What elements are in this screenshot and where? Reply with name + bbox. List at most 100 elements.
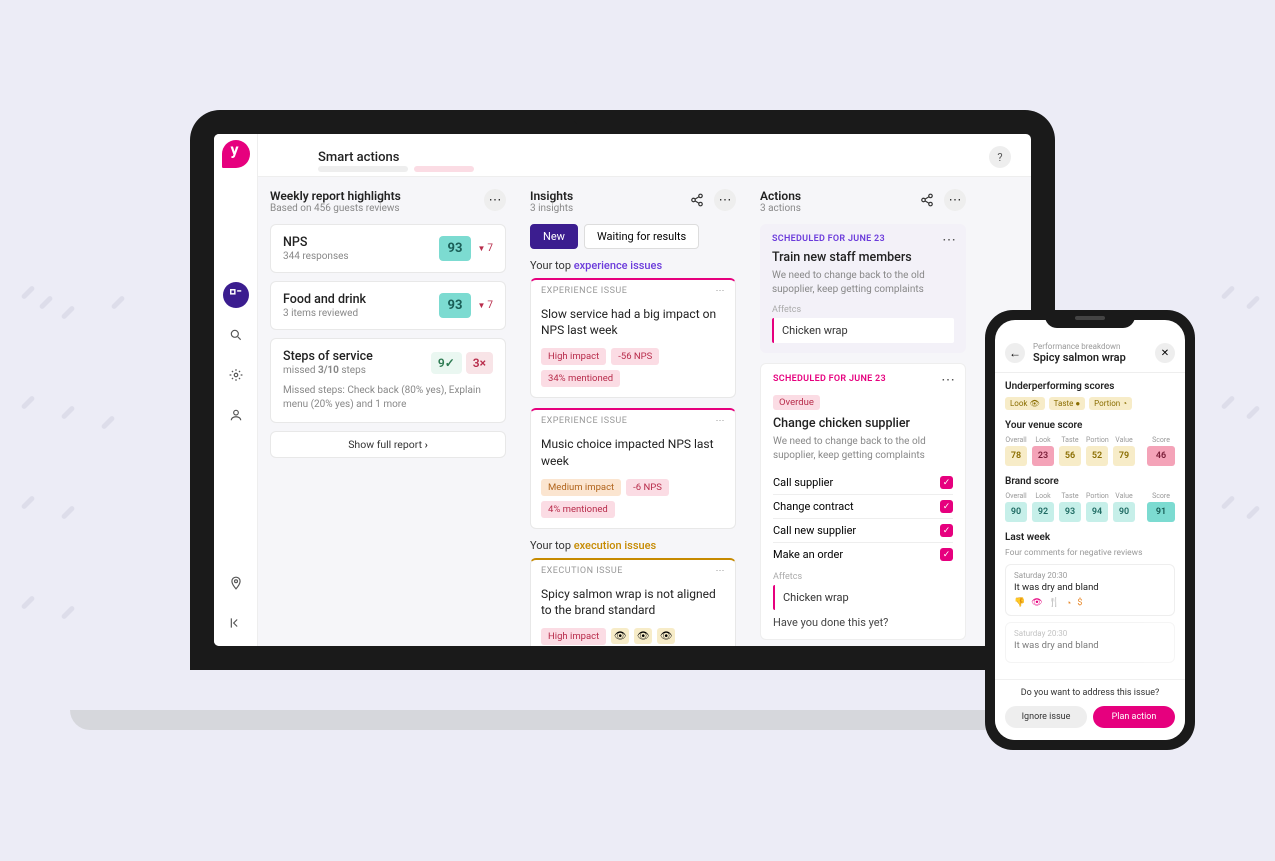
mention-chip: 34% mentioned [541, 370, 620, 387]
affects-value: Chicken wrap [772, 318, 954, 343]
steps-ok-badge: 9✓ [431, 352, 462, 374]
close-button[interactable]: ✕ [1155, 343, 1175, 363]
more-icon[interactable]: ⋯ [716, 286, 726, 296]
nps-delta: 7 [477, 243, 493, 254]
checkbox-icon[interactable]: ✓ [940, 524, 953, 537]
action-card[interactable]: ⋯ SCHEDULED FOR JUNE 23 Train new staff … [760, 224, 966, 353]
share-icon[interactable] [686, 189, 708, 211]
overdue-badge: Overdue [773, 395, 820, 410]
nav-tasks[interactable] [223, 282, 249, 308]
plan-action-button[interactable]: Plan action [1093, 706, 1175, 728]
insight-text: Music choice impacted NPS last week [531, 432, 735, 478]
nav-location[interactable] [223, 570, 249, 596]
checkbox-icon[interactable]: ✓ [940, 476, 953, 489]
actions-column: Actions 3 actions ⋯ ⋯ [748, 177, 978, 646]
page-title: Smart actions [318, 150, 399, 165]
eye-icon: 👁 [611, 628, 629, 644]
weekly-subtitle: Based on 456 guests reviews [270, 203, 401, 214]
back-button[interactable]: ← [1005, 343, 1025, 363]
venue-score-title: Your venue score [1005, 420, 1175, 431]
more-icon[interactable]: ⋯ [941, 372, 955, 388]
more-icon[interactable]: ⋯ [942, 232, 956, 248]
review-time: Saturday 20:30 [1014, 571, 1166, 580]
insight-text: Slow service had a big impact on NPS las… [531, 302, 735, 348]
pie-icon: ◔ [1066, 598, 1071, 609]
steps-bad-badge: 3× [466, 352, 493, 374]
sidebar [214, 134, 258, 646]
score-portion: 52 [1086, 446, 1108, 466]
score-total: 46 [1147, 446, 1175, 466]
thumbs-down-icon: 👎 [1014, 598, 1025, 609]
execution-heading: Your top execution issues [530, 539, 736, 552]
score-overall: 78 [1005, 446, 1027, 466]
checkbox-icon[interactable]: ✓ [940, 500, 953, 513]
underperforming-title: Underperforming scores [1005, 381, 1175, 392]
more-icon[interactable]: ⋯ [716, 566, 726, 576]
steps-title: Steps of service [283, 349, 373, 364]
score-look: 92 [1032, 502, 1054, 522]
breadcrumb: Performance breakdown [1033, 342, 1126, 351]
nav-search[interactable] [223, 322, 249, 348]
food-card[interactable]: Food and drink 3 items reviewed 93 7 [270, 281, 506, 330]
insight-card[interactable]: EXPERIENCE ISSUE ⋯ Music choice impacted… [530, 408, 736, 528]
more-button[interactable]: ⋯ [944, 189, 966, 211]
affects-label: Affetcs [772, 305, 954, 315]
review-text: It was dry and bland [1014, 582, 1166, 593]
nps-title: NPS [283, 235, 349, 250]
actions-title: Actions [760, 189, 801, 203]
score-taste: 93 [1059, 502, 1081, 522]
tab-new[interactable]: New [530, 224, 578, 249]
weekly-report-column: Weekly report highlights Based on 456 gu… [258, 177, 518, 646]
nav-settings[interactable] [223, 362, 249, 388]
weekly-title: Weekly report highlights [270, 189, 401, 203]
action-title: Train new staff members [772, 250, 954, 265]
review-card[interactable]: Saturday 20:30 It was dry and bland [1005, 622, 1175, 663]
experience-heading: Your top experience issues [530, 259, 736, 272]
chip-portion: Portion ◔ [1089, 397, 1132, 410]
chip-look: Look 👁 [1005, 397, 1045, 410]
nps-chip: -6 NPS [626, 479, 669, 496]
issue-type-label: EXECUTION ISSUE [541, 566, 623, 576]
page-title: Spicy salmon wrap [1033, 351, 1126, 364]
score-look: 23 [1032, 446, 1054, 466]
help-button[interactable]: ? [989, 146, 1011, 168]
nps-card[interactable]: NPS 344 responses 93 7 [270, 224, 506, 273]
checkbox-icon[interactable]: ✓ [940, 548, 953, 561]
eye-icon: 👁 [1031, 598, 1042, 609]
breadcrumb-placeholder [414, 166, 474, 172]
more-button[interactable]: ⋯ [714, 189, 736, 211]
score-overall: 90 [1005, 502, 1027, 522]
steps-sub: missed 3/10 steps [283, 365, 373, 376]
nav-user[interactable] [223, 402, 249, 428]
impact-chip: Medium impact [541, 479, 621, 496]
show-full-report-button[interactable]: Show full report [270, 431, 506, 458]
review-time: Saturday 20:30 [1014, 629, 1166, 638]
nav-collapse[interactable] [223, 610, 249, 636]
action-card[interactable]: ⋯ SCHEDULED FOR JUNE 23 Overdue Change c… [760, 363, 966, 640]
mention-chip: 4% mentioned [541, 501, 615, 518]
more-icon[interactable]: ⋯ [716, 416, 726, 426]
tab-waiting[interactable]: Waiting for results [584, 224, 699, 249]
food-title: Food and drink [283, 292, 366, 307]
brand-score-title: Brand score [1005, 476, 1175, 487]
more-button[interactable]: ⋯ [484, 189, 506, 211]
review-text: It was dry and bland [1014, 640, 1166, 651]
action-title: Change chicken supplier [773, 416, 953, 431]
eye-icon: 👁 [634, 628, 652, 644]
nps-sub: 344 responses [283, 251, 349, 262]
steps-card[interactable]: Steps of service missed 3/10 steps 9✓ 3× [270, 338, 506, 423]
actions-subtitle: 3 actions [760, 203, 801, 214]
last-week-title: Last week [1005, 532, 1175, 543]
phone-frame: ← Performance breakdown Spicy salmon wra… [985, 310, 1195, 750]
score-taste: 56 [1059, 446, 1081, 466]
share-icon[interactable] [916, 189, 938, 211]
scheduled-label: SCHEDULED FOR JUNE 23 [772, 234, 954, 244]
last-week-sub: Four comments for negative reviews [1005, 548, 1175, 558]
footer-prompt: Do you want to address this issue? [1005, 688, 1175, 698]
insights-column: Insights 3 insights ⋯ New [518, 177, 748, 646]
insight-card[interactable]: EXPERIENCE ISSUE ⋯ Slow service had a bi… [530, 278, 736, 398]
insight-card[interactable]: EXECUTION ISSUE ⋯ Spicy salmon wrap is n… [530, 558, 736, 646]
dollar-icon: $ [1077, 598, 1082, 609]
review-card[interactable]: Saturday 20:30 It was dry and bland 👎 👁 … [1005, 564, 1175, 616]
ignore-button[interactable]: Ignore issue [1005, 706, 1087, 728]
